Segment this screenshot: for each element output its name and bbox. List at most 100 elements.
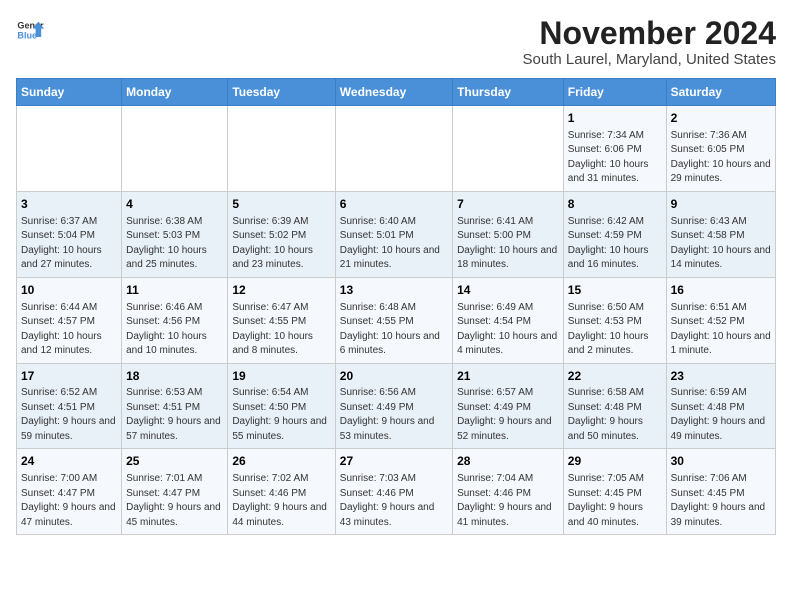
day-number: 18 [126,368,223,385]
day-info: Sunrise: 6:59 AM Sunset: 4:48 PM Dayligh… [671,386,771,444]
day-info: Sunrise: 6:43 AM Sunset: 4:58 PM Dayligh… [671,215,771,273]
day-cell: 4 Sunrise: 6:38 AM Sunset: 5:03 PM Daylig… [122,191,228,277]
day-cell: 6 Sunrise: 6:40 AM Sunset: 5:01 PM Daylig… [335,191,452,277]
day-cell: 19Sunrise: 6:54 AM Sunset: 4:50 PM Dayli… [228,363,335,449]
day-info: Sunrise: 6:51 AM Sunset: 4:52 PM Dayligh… [671,301,771,359]
day-number: 22 [568,368,662,385]
day-cell: 7 Sunrise: 6:41 AM Sunset: 5:00 PM Daylig… [453,191,564,277]
day-info: Sunrise: 7:06 AM Sunset: 4:45 PM Dayligh… [671,472,771,530]
day-number: 20 [340,368,448,385]
day-cell [17,106,122,192]
day-info: Sunrise: 6:39 AM Sunset: 5:02 PM Dayligh… [232,215,330,273]
day-cell: 3Sunrise: 6:37 AM Sunset: 5:04 PM Daylig… [17,191,122,277]
day-info: Sunrise: 7:36 AM Sunset: 6:05 PM Dayligh… [671,129,771,187]
day-info: Sunrise: 6:50 AM Sunset: 4:53 PM Dayligh… [568,301,662,359]
header-day-friday: Friday [563,79,666,106]
day-number: 4 [126,196,223,213]
day-info: Sunrise: 6:57 AM Sunset: 4:49 PM Dayligh… [457,386,559,444]
day-cell: 18Sunrise: 6:53 AM Sunset: 4:51 PM Dayli… [122,363,228,449]
day-number: 25 [126,453,223,470]
day-cell: 5 Sunrise: 6:39 AM Sunset: 5:02 PM Daylig… [228,191,335,277]
day-cell: 8 Sunrise: 6:42 AM Sunset: 4:59 PM Daylig… [563,191,666,277]
day-cell: 11 Sunrise: 6:46 AM Sunset: 4:56 PM Dayli… [122,277,228,363]
day-info: Sunrise: 6:40 AM Sunset: 5:01 PM Dayligh… [340,215,448,273]
header-day-wednesday: Wednesday [335,79,452,106]
day-cell: 13 Sunrise: 6:48 AM Sunset: 4:55 PM Dayli… [335,277,452,363]
day-info: Sunrise: 6:53 AM Sunset: 4:51 PM Dayligh… [126,386,223,444]
week-row-0: 1Sunrise: 7:34 AM Sunset: 6:06 PM Daylig… [17,106,776,192]
day-info: Sunrise: 6:44 AM Sunset: 4:57 PM Dayligh… [21,301,117,359]
day-number: 27 [340,453,448,470]
day-number: 12 [232,282,330,299]
day-number: 9 [671,196,771,213]
header-day-tuesday: Tuesday [228,79,335,106]
day-info: Sunrise: 7:00 AM Sunset: 4:47 PM Dayligh… [21,472,117,530]
day-number: 2 [671,110,771,127]
day-info: Sunrise: 6:47 AM Sunset: 4:55 PM Dayligh… [232,301,330,359]
day-cell: 24 Sunrise: 7:00 AM Sunset: 4:47 PM Dayli… [17,449,122,535]
day-info: Sunrise: 6:56 AM Sunset: 4:49 PM Dayligh… [340,386,448,444]
header-day-sunday: Sunday [17,79,122,106]
day-info: Sunrise: 6:42 AM Sunset: 4:59 PM Dayligh… [568,215,662,273]
day-number: 26 [232,453,330,470]
day-info: Sunrise: 7:05 AM Sunset: 4:45 PM Dayligh… [568,472,662,530]
day-number: 8 [568,196,662,213]
day-cell [228,106,335,192]
day-cell: 25 Sunrise: 7:01 AM Sunset: 4:47 PM Dayli… [122,449,228,535]
day-info: Sunrise: 6:38 AM Sunset: 5:03 PM Dayligh… [126,215,223,273]
main-title: November 2024 [523,16,776,51]
week-row-4: 24 Sunrise: 7:00 AM Sunset: 4:47 PM Dayli… [17,449,776,535]
day-cell: 28 Sunrise: 7:04 AM Sunset: 4:46 PM Dayli… [453,449,564,535]
day-number: 29 [568,453,662,470]
day-number: 10 [21,282,117,299]
day-cell: 22Sunrise: 6:58 AM Sunset: 4:48 PM Dayli… [563,363,666,449]
day-number: 7 [457,196,559,213]
day-number: 11 [126,282,223,299]
day-info: Sunrise: 6:49 AM Sunset: 4:54 PM Dayligh… [457,301,559,359]
header-day-saturday: Saturday [666,79,775,106]
day-info: Sunrise: 6:41 AM Sunset: 5:00 PM Dayligh… [457,215,559,273]
day-cell: 30 Sunrise: 7:06 AM Sunset: 4:45 PM Dayli… [666,449,775,535]
week-row-3: 17Sunrise: 6:52 AM Sunset: 4:51 PM Dayli… [17,363,776,449]
day-cell: 21Sunrise: 6:57 AM Sunset: 4:49 PM Dayli… [453,363,564,449]
day-info: Sunrise: 7:01 AM Sunset: 4:47 PM Dayligh… [126,472,223,530]
logo-icon: General Blue [16,16,44,44]
day-number: 5 [232,196,330,213]
day-number: 17 [21,368,117,385]
day-cell: 15 Sunrise: 6:50 AM Sunset: 4:53 PM Dayli… [563,277,666,363]
day-info: Sunrise: 7:03 AM Sunset: 4:46 PM Dayligh… [340,472,448,530]
svg-text:Blue: Blue [17,30,37,40]
day-number: 1 [568,110,662,127]
day-info: Sunrise: 6:52 AM Sunset: 4:51 PM Dayligh… [21,386,117,444]
day-info: Sunrise: 7:04 AM Sunset: 4:46 PM Dayligh… [457,472,559,530]
day-number: 23 [671,368,771,385]
day-info: Sunrise: 6:54 AM Sunset: 4:50 PM Dayligh… [232,386,330,444]
day-number: 28 [457,453,559,470]
day-number: 15 [568,282,662,299]
day-number: 13 [340,282,448,299]
day-number: 6 [340,196,448,213]
day-number: 19 [232,368,330,385]
calendar-table: SundayMondayTuesdayWednesdayThursdayFrid… [16,78,776,535]
day-cell: 27 Sunrise: 7:03 AM Sunset: 4:46 PM Dayli… [335,449,452,535]
day-cell: 17Sunrise: 6:52 AM Sunset: 4:51 PM Dayli… [17,363,122,449]
day-cell [335,106,452,192]
day-cell [122,106,228,192]
day-number: 14 [457,282,559,299]
day-number: 24 [21,453,117,470]
day-number: 16 [671,282,771,299]
header-day-monday: Monday [122,79,228,106]
day-cell: 23Sunrise: 6:59 AM Sunset: 4:48 PM Dayli… [666,363,775,449]
day-cell [453,106,564,192]
subtitle: South Laurel, Maryland, United States [523,51,776,68]
day-info: Sunrise: 6:46 AM Sunset: 4:56 PM Dayligh… [126,301,223,359]
day-cell: 16 Sunrise: 6:51 AM Sunset: 4:52 PM Dayli… [666,277,775,363]
week-row-2: 10 Sunrise: 6:44 AM Sunset: 4:57 PM Dayli… [17,277,776,363]
logo: General Blue [16,16,44,44]
day-info: Sunrise: 6:48 AM Sunset: 4:55 PM Dayligh… [340,301,448,359]
week-row-1: 3Sunrise: 6:37 AM Sunset: 5:04 PM Daylig… [17,191,776,277]
day-cell: 20Sunrise: 6:56 AM Sunset: 4:49 PM Dayli… [335,363,452,449]
day-number: 30 [671,453,771,470]
day-cell: 12 Sunrise: 6:47 AM Sunset: 4:55 PM Dayli… [228,277,335,363]
day-info: Sunrise: 7:02 AM Sunset: 4:46 PM Dayligh… [232,472,330,530]
